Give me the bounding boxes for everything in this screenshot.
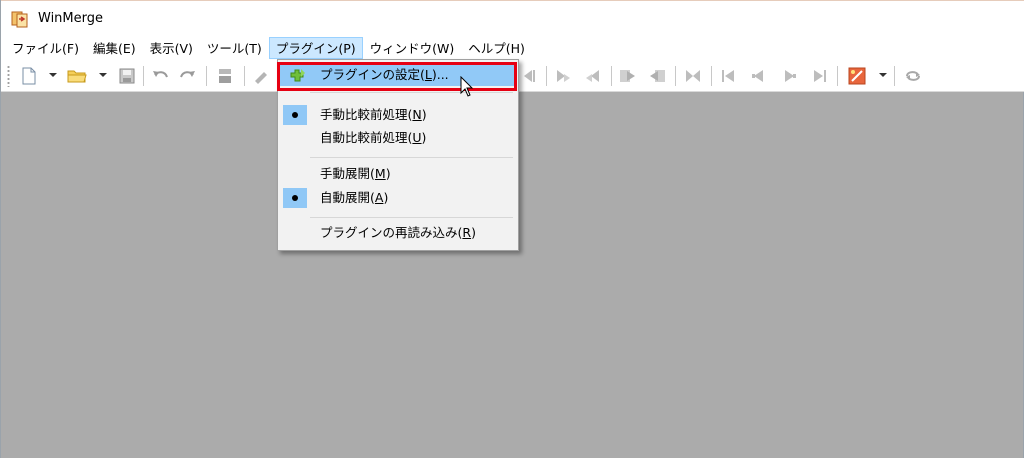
open-dropdown-arrow[interactable]: [99, 73, 107, 77]
checked-indicator: [283, 105, 307, 125]
menu-file[interactable]: ファイル(F): [5, 37, 86, 59]
menu-item-reload-plugins[interactable]: プラグインの再読み込み(R): [280, 222, 516, 244]
next-icon[interactable]: [780, 66, 800, 86]
copy-all-right-icon[interactable]: [618, 66, 638, 86]
copy-all-left-icon[interactable]: [647, 66, 667, 86]
options-dropdown-arrow[interactable]: [879, 73, 887, 77]
new-dropdown-arrow[interactable]: [49, 73, 57, 77]
merge-icon[interactable]: [215, 66, 235, 86]
copy-right-icon[interactable]: [553, 66, 573, 86]
toolbar-separator: [837, 66, 838, 86]
refresh-icon[interactable]: [903, 66, 923, 86]
toolbar-separator: [206, 66, 207, 86]
menu-window[interactable]: ウィンドウ(W): [363, 37, 462, 59]
menu-help[interactable]: ヘルプ(H): [461, 37, 532, 59]
prev-diff-icon[interactable]: [519, 66, 539, 86]
menu-separator: [310, 157, 513, 158]
toolbar-grip[interactable]: [7, 65, 10, 87]
prev-icon[interactable]: [748, 66, 768, 86]
menu-item-label: 自動展開(A): [320, 190, 389, 205]
winmerge-app-icon: [11, 11, 28, 28]
toolbar-separator: [675, 66, 676, 86]
menu-item-label: 手動展開(M): [320, 166, 391, 181]
all-diff-icon[interactable]: [683, 66, 703, 86]
save-icon[interactable]: [117, 66, 137, 86]
winmerge-window: WinMerge ファイル(F) 編集(E) 表示(V) ツール(T) プラグイ…: [0, 0, 1024, 458]
toolbar-separator: [546, 66, 547, 86]
menu-separator: [310, 217, 513, 218]
menu-bar: ファイル(F) 編集(E) 表示(V) ツール(T) プラグイン(P) ウィンド…: [1, 36, 1024, 60]
edit-icon[interactable]: [251, 66, 271, 86]
open-folder-icon[interactable]: [67, 66, 87, 86]
menu-item-manual-unpack[interactable]: 手動展開(M): [280, 163, 516, 185]
menu-separator: [310, 92, 513, 93]
menu-item-auto-unpack[interactable]: 自動展開(A): [280, 187, 516, 209]
window-title: WinMerge: [38, 11, 103, 26]
menu-tools[interactable]: ツール(T): [200, 37, 269, 59]
options-icon[interactable]: [847, 66, 867, 86]
radio-dot-icon: [292, 112, 298, 118]
menu-view[interactable]: 表示(V): [143, 37, 200, 59]
toolbar-separator: [894, 66, 895, 86]
title-bar: WinMerge: [1, 0, 1024, 36]
menu-plugins[interactable]: プラグイン(P): [268, 37, 363, 59]
toolbar-separator: [711, 66, 712, 86]
copy-left-icon[interactable]: [583, 66, 603, 86]
last-diff-icon[interactable]: [809, 66, 829, 86]
menu-item-manual-prediffer[interactable]: 手動比較前処理(N): [280, 104, 516, 126]
toolbar-separator: [143, 66, 144, 86]
checked-indicator: [283, 188, 307, 208]
toolbar-separator: [611, 66, 612, 86]
undo-icon[interactable]: [151, 66, 171, 86]
annotation-highlight-frame: [277, 62, 517, 91]
menu-item-label: 自動比較前処理(U): [320, 130, 427, 145]
toolbar-separator: [244, 66, 245, 86]
radio-dot-icon: [292, 195, 298, 201]
menu-edit[interactable]: 編集(E): [86, 37, 143, 59]
mouse-pointer-icon: [460, 76, 474, 97]
menu-item-auto-prediffer[interactable]: 自動比較前処理(U): [280, 127, 516, 149]
redo-icon[interactable]: [177, 66, 197, 86]
first-diff-icon[interactable]: [719, 66, 739, 86]
new-file-icon[interactable]: [19, 66, 39, 86]
menu-item-label: 手動比較前処理(N): [320, 107, 427, 122]
menu-item-label: プラグインの再読み込み(R): [320, 225, 476, 240]
